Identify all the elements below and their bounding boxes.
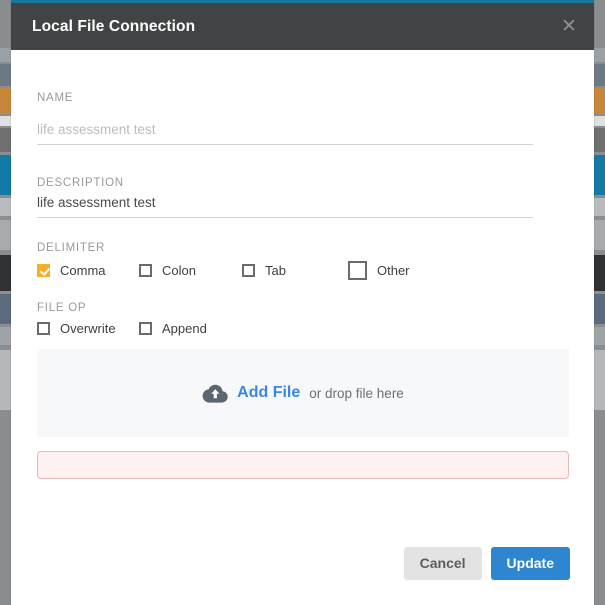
delimiter-group: DELIMITER Comma Colon Tab Other <box>37 242 410 280</box>
description-label: DESCRIPTION <box>37 177 124 189</box>
local-file-connection-dialog: Local File Connection ✕ NAME DESCRIPTION… <box>11 0 594 605</box>
file-dropzone[interactable]: Add File or drop file here <box>37 349 569 437</box>
checkbox-icon[interactable] <box>139 264 152 277</box>
file-op-option-append[interactable]: Append <box>139 321 207 336</box>
checkbox-icon[interactable] <box>242 264 255 277</box>
background-chip <box>0 128 11 152</box>
background-chip <box>594 64 605 86</box>
file-op-option-label: Overwrite <box>60 321 116 336</box>
background-chip <box>594 327 605 345</box>
dropzone-hint-text: or drop file here <box>309 385 404 401</box>
delimiter-option-tab[interactable]: Tab <box>242 263 348 278</box>
background-chip <box>594 294 605 324</box>
background-chip <box>0 350 11 410</box>
delimiter-option-label: Tab <box>265 263 286 278</box>
background-chip <box>0 294 11 324</box>
checkbox-icon[interactable] <box>348 261 367 280</box>
background-chip <box>0 327 11 345</box>
background-chip <box>594 128 605 152</box>
background-chip <box>594 88 605 114</box>
description-input[interactable] <box>37 191 533 218</box>
delimiter-option-other[interactable]: Other <box>348 261 410 280</box>
add-file-link[interactable]: Add File <box>237 384 300 402</box>
name-field-group: NAME <box>37 92 533 145</box>
dialog-body: NAME DESCRIPTION DELIMITER Comma Colon <box>11 50 594 605</box>
update-button[interactable]: Update <box>490 547 570 580</box>
delimiter-option-comma[interactable]: Comma <box>37 263 139 278</box>
cloud-upload-icon <box>202 384 228 403</box>
file-path-error-input[interactable] <box>37 451 569 479</box>
background-chip <box>0 255 11 291</box>
background-chip <box>594 116 605 126</box>
background-chip <box>0 64 11 86</box>
delimiter-label: DELIMITER <box>37 242 106 254</box>
file-op-option-label: Append <box>162 321 207 336</box>
delimiter-option-label: Colon <box>162 263 196 278</box>
delimiter-option-label: Other <box>377 263 410 278</box>
background-chip <box>594 155 605 195</box>
file-op-options: Overwrite Append <box>37 321 207 336</box>
delimiter-option-label: Comma <box>60 263 106 278</box>
background-right-strip <box>594 0 605 605</box>
name-label: NAME <box>37 92 74 104</box>
checkbox-icon[interactable] <box>37 264 50 277</box>
file-op-group: FILE OP Overwrite Append <box>37 302 207 336</box>
close-icon[interactable]: ✕ <box>556 14 582 40</box>
background-chip <box>594 220 605 250</box>
background-chip <box>0 155 11 195</box>
delimiter-options: Comma Colon Tab Other <box>37 261 410 280</box>
background-chip <box>0 116 11 126</box>
background-chip <box>0 88 11 114</box>
background-left-strip <box>0 0 11 605</box>
file-op-option-overwrite[interactable]: Overwrite <box>37 321 139 336</box>
dropzone-content: Add File or drop file here <box>202 383 404 403</box>
name-input[interactable] <box>37 118 533 145</box>
background-chip <box>0 220 11 250</box>
dialog-header: Local File Connection ✕ <box>11 3 594 50</box>
background-chip <box>594 198 605 216</box>
file-op-label: FILE OP <box>37 302 87 314</box>
cancel-button[interactable]: Cancel <box>403 547 482 580</box>
background-chip <box>594 255 605 291</box>
description-field-group: DESCRIPTION <box>37 177 533 218</box>
background-chip <box>594 350 605 410</box>
dialog-footer: Cancel Update <box>403 547 570 580</box>
background-chip <box>0 198 11 216</box>
background-chip <box>0 48 11 62</box>
dialog-title: Local File Connection <box>32 17 196 35</box>
checkbox-icon[interactable] <box>139 322 152 335</box>
background-chip <box>594 48 605 62</box>
delimiter-option-colon[interactable]: Colon <box>139 263 242 278</box>
checkbox-icon[interactable] <box>37 322 50 335</box>
